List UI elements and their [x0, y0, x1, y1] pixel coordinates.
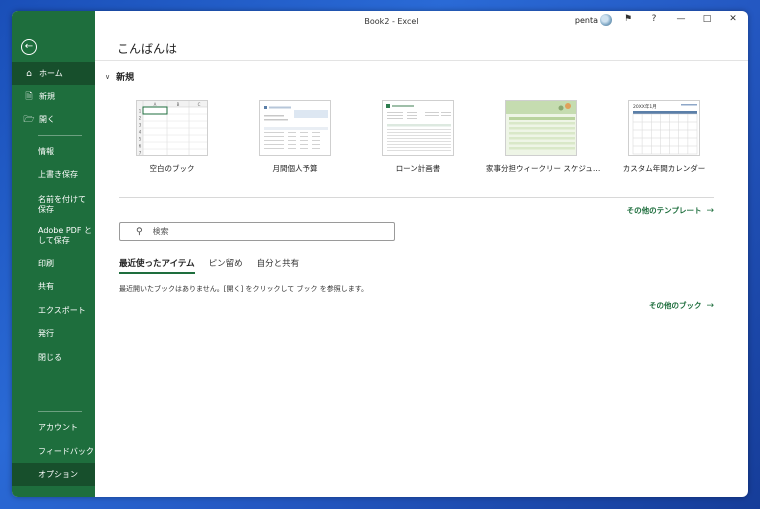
- sidebar-item-label: 開く: [39, 114, 55, 124]
- page-title: こんばんは: [117, 42, 178, 56]
- template-label: 空白のブック: [149, 164, 195, 173]
- row-header: 5: [139, 137, 142, 142]
- sidebar-divider: [38, 135, 82, 136]
- open-folder-icon: 🗁: [23, 114, 35, 125]
- sidebar-item-save[interactable]: 上書き保存: [12, 163, 95, 186]
- column-header-b: B: [177, 102, 180, 107]
- minimize-icon[interactable]: —: [674, 14, 688, 24]
- new-file-icon: 🗎: [25, 91, 33, 102]
- template-label: 月間個人予算: [272, 164, 318, 173]
- sidebar-item-feedback[interactable]: フィードバック: [12, 440, 95, 463]
- sidebar-item-label: 共有: [38, 281, 54, 291]
- maximize-icon[interactable]: □: [700, 14, 714, 24]
- search-icon: ⚲: [136, 226, 143, 237]
- sidebar-item-label: Adobe PDF として保存: [38, 226, 92, 245]
- row-header: 7: [139, 151, 142, 156]
- sidebar-item-label: フィードバック: [38, 446, 94, 456]
- template-label: カスタム年間カレンダー: [622, 164, 706, 173]
- sidebar-item-close[interactable]: 閉じる: [12, 346, 95, 369]
- template-loan-planner[interactable]: ローン計画書: [363, 100, 473, 174]
- arrow-right-icon: →: [706, 205, 714, 216]
- tab-pinned[interactable]: ピン留め: [209, 257, 243, 274]
- sidebar-item-label: 情報: [38, 146, 54, 156]
- tab-shared-with-me[interactable]: 自分と共有: [257, 257, 300, 274]
- more-workbooks-label: その他のブック: [648, 301, 702, 310]
- template-thumbnail: [259, 100, 331, 156]
- row-header: 3: [139, 123, 142, 128]
- recent-tabs: 最近使ったアイテム ピン留め 自分と共有: [119, 257, 313, 274]
- template-thumbnail: [505, 100, 577, 156]
- home-icon: ⌂: [26, 68, 32, 79]
- sidebar-item-info[interactable]: 情報: [12, 140, 95, 163]
- template-thumbnail: [382, 100, 454, 156]
- sidebar-item-label: ホーム: [39, 68, 63, 78]
- sidebar-item-label: 閉じる: [38, 352, 62, 362]
- close-icon[interactable]: ✕: [726, 14, 740, 24]
- sidebar-item-label: オプション: [38, 469, 78, 479]
- new-section-header[interactable]: ∨ 新規: [105, 70, 135, 84]
- feedback-icon[interactable]: ⚑: [621, 14, 635, 24]
- header-divider: [95, 60, 748, 61]
- more-templates-link[interactable]: その他のテンプレート →: [627, 205, 714, 216]
- template-thumbnail: A B C 1 2 3 4 5 6 7: [136, 100, 208, 156]
- sidebar-item-save-as-pdf[interactable]: Adobe PDF として保存: [12, 221, 95, 251]
- more-workbooks-link[interactable]: その他のブック →: [649, 300, 714, 311]
- row-header: 6: [139, 144, 142, 149]
- avatar[interactable]: [600, 14, 612, 26]
- excel-window: ← ⌂ ホーム 🗎 新規 🗁 開く 情報 上書き保存 名前を付けて保存 Adob…: [12, 11, 748, 497]
- sidebar-item-label: 発行: [38, 328, 54, 338]
- sidebar-item-account[interactable]: アカウント: [12, 416, 95, 439]
- sidebar-item-label: 名前を付けて保存: [38, 195, 86, 214]
- sidebar-item-export[interactable]: エクスポート: [12, 299, 95, 322]
- sidebar-item-publish[interactable]: 発行: [12, 322, 95, 345]
- new-section-label: 新規: [116, 73, 135, 83]
- template-chore-schedule[interactable]: 家事分担ウィークリー スケジュ…: [486, 100, 601, 174]
- sidebar-item-new[interactable]: 🗎 新規: [12, 85, 95, 108]
- backstage-main: こんばんは ∨ 新規 A B C 1 2 3 4 5 6 7 空白のブック 月間…: [95, 33, 748, 497]
- template-blank-workbook[interactable]: A B C 1 2 3 4 5 6 7 空白のブック: [117, 100, 227, 174]
- search-input[interactable]: [152, 227, 373, 236]
- backstage-sidebar: ← ⌂ ホーム 🗎 新規 🗁 開く 情報 上書き保存 名前を付けて保存 Adob…: [12, 11, 95, 497]
- row-header: 2: [139, 116, 142, 121]
- back-arrow-icon[interactable]: ←: [21, 39, 37, 55]
- sidebar-item-label: 上書き保存: [38, 169, 78, 179]
- more-templates-label: その他のテンプレート: [626, 206, 702, 215]
- title-bar: Book2 - Excel penta ⚑ ? — □ ✕: [95, 11, 748, 33]
- sidebar-item-home[interactable]: ⌂ ホーム: [12, 62, 95, 85]
- sidebar-divider: [38, 411, 82, 412]
- chevron-down-icon: ∨: [105, 72, 111, 81]
- template-yearly-calendar[interactable]: 20XX年1月 カスタム年間カレンダー: [609, 100, 719, 174]
- section-divider: [119, 197, 714, 198]
- template-monthly-budget[interactable]: 月間個人予算: [240, 100, 350, 174]
- row-header: 4: [139, 130, 142, 135]
- column-header-c: C: [198, 102, 201, 107]
- window-title: Book2 - Excel: [364, 17, 419, 26]
- sidebar-item-share[interactable]: 共有: [12, 275, 95, 298]
- sidebar-item-label: 新規: [39, 91, 55, 101]
- sidebar-item-print[interactable]: 印刷: [12, 252, 95, 275]
- tab-recent[interactable]: 最近使ったアイテム: [119, 257, 195, 274]
- column-header-a: A: [154, 102, 157, 107]
- row-header: 1: [139, 109, 142, 114]
- sidebar-item-label: 印刷: [38, 258, 54, 268]
- user-name[interactable]: penta: [575, 16, 598, 25]
- template-thumbnail: 20XX年1月: [628, 100, 700, 156]
- sidebar-item-label: エクスポート: [38, 305, 86, 315]
- sidebar-item-open[interactable]: 🗁 開く: [12, 108, 95, 131]
- search-box[interactable]: ⚲: [119, 222, 395, 241]
- arrow-right-icon: →: [706, 300, 714, 311]
- sidebar-item-save-as[interactable]: 名前を付けて保存: [12, 190, 95, 220]
- help-icon[interactable]: ?: [647, 14, 661, 24]
- calendar-title: 20XX年1月: [633, 103, 657, 110]
- template-label: ローン計画書: [395, 164, 441, 173]
- sidebar-item-options[interactable]: オプション: [12, 463, 95, 486]
- sidebar-item-label: アカウント: [38, 422, 78, 432]
- template-label: 家事分担ウィークリー スケジュ…: [486, 164, 601, 173]
- empty-recent-message: 最近開いたブックはありません。[開く] をクリックして ブック を参照します。: [119, 285, 369, 293]
